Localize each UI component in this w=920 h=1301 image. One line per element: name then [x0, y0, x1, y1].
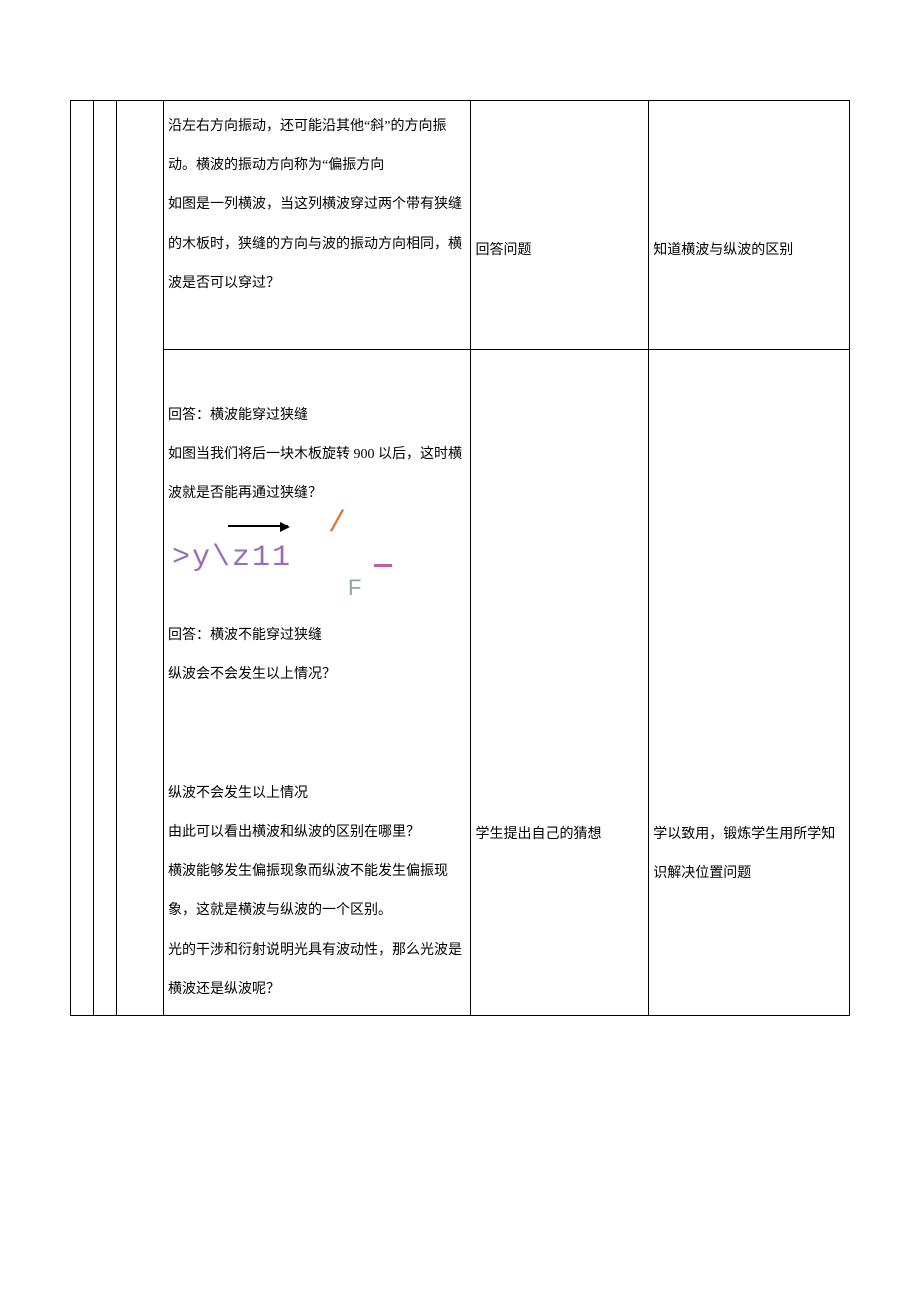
cell-design-intent-1: 知道横波与纵波的区别 — [649, 101, 850, 350]
text-block: 横波能够发生偏振现象而纵波不能发生偏振现象，这就是横波与纵波的一个区别。 — [168, 864, 448, 918]
text-block: 回答问题 — [475, 243, 531, 258]
text-block: 回答：横波能穿过狭缝 — [168, 408, 308, 423]
text-block: 知道横波与纵波的区别 — [653, 243, 793, 258]
text-block: 纵波会不会发生以上情况？ — [168, 667, 336, 682]
spacer — [168, 303, 466, 343]
slash-mark: / — [328, 508, 346, 541]
page-container: 沿左右方向振动，还可能沿其他“斜”的方向振动。横波的振动方向称为“偏振方向 如图… — [0, 0, 920, 1076]
cell-indent-1 — [71, 101, 94, 1016]
spacer — [168, 356, 466, 396]
text-block: 纵波不会发生以上情况 — [168, 786, 308, 801]
cell-design-intent-2: 学以致用，锻炼学生用所学知识解决位置问题 — [649, 349, 850, 1015]
formula-f: F — [348, 576, 361, 600]
text-block: 学以致用，锻炼学生用所学知识解决位置问题 — [653, 827, 835, 881]
table-row: 回答：横波能穿过狭缝 如图当我们将后一块木板旋转 900 以后，这时横波就是否能… — [71, 349, 850, 1015]
cell-student-activity-2: 学生提出自己的猜想 — [471, 349, 649, 1015]
spacer — [168, 694, 466, 774]
cell-student-activity-1: 回答问题 — [471, 101, 649, 350]
lesson-table: 沿左右方向振动，还可能沿其他“斜”的方向振动。横波的振动方向称为“偏振方向 如图… — [70, 100, 850, 1016]
text-block: 如图是一列横波，当这列横波穿过两个带有狭缝的木板时，狭缝的方向与波的振动方向相同… — [168, 197, 462, 290]
text-block: 学生提出自己的猜想 — [475, 827, 601, 842]
cell-teacher-activity-1: 沿左右方向振动，还可能沿其他“斜”的方向振动。横波的振动方向称为“偏振方向 如图… — [164, 101, 471, 350]
cell-indent-2 — [94, 101, 117, 1016]
text-block: 如图当我们将后一块木板旋转 900 以后，这时横波就是否能再通过狭缝？ — [168, 447, 462, 501]
text-block: 回答：横波不能穿过狭缝 — [168, 628, 322, 643]
text-block: 由此可以看出横波和纵波的区别在哪里？ — [168, 825, 420, 840]
cell-section-label — [117, 101, 164, 1016]
text-block: 光的干涉和衍射说明光具有波动性，那么光波是横波还是纵波呢？ — [168, 943, 462, 997]
formula-diagram: / >y\z11 — F — [168, 514, 466, 616]
text-block: 沿左右方向振动，还可能沿其他“斜”的方向振动。横波的振动方向称为“偏振方向 — [168, 119, 446, 173]
arrow-icon — [228, 514, 288, 545]
formula-text: >y\z11 — [172, 542, 292, 575]
dash-mark: — — [374, 550, 392, 583]
table-row: 沿左右方向振动，还可能沿其他“斜”的方向振动。横波的振动方向称为“偏振方向 如图… — [71, 101, 850, 350]
cell-teacher-activity-2: 回答：横波能穿过狭缝 如图当我们将后一块木板旋转 900 以后，这时横波就是否能… — [164, 349, 471, 1015]
